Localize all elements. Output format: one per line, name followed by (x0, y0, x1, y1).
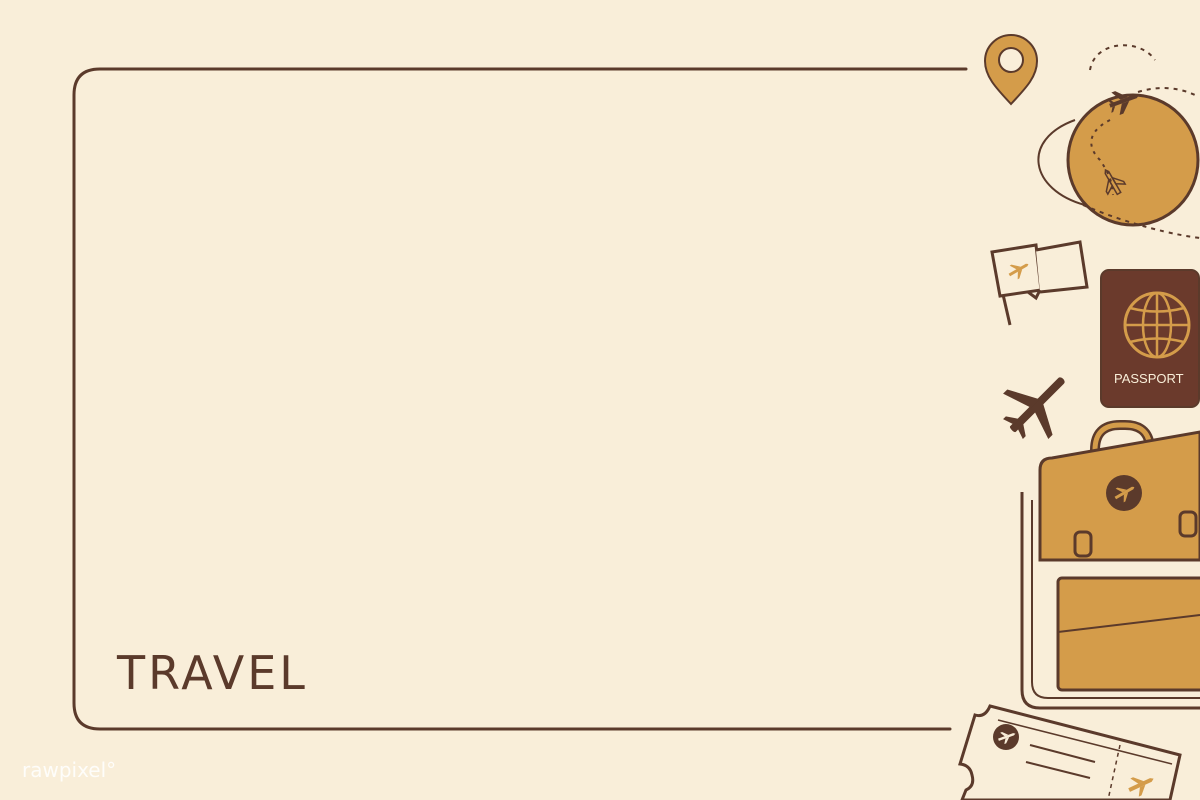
flag-icon (990, 240, 1089, 326)
card-title: TRAVEL (117, 646, 308, 700)
location-pin-icon (983, 33, 1039, 106)
passport-icon: PASSPORT (1100, 269, 1200, 408)
suitcase-icon (1020, 420, 1200, 710)
watermark: rawpixel° (22, 758, 117, 782)
ticket-icon (958, 704, 1182, 800)
globe-icon (1037, 44, 1200, 239)
airplane-icon (1003, 377, 1065, 439)
travel-card: PASSPORT TRAVEL rawpixel° (0, 0, 1200, 800)
passport-label: PASSPORT (1114, 371, 1184, 386)
frame-border (72, 67, 968, 731)
